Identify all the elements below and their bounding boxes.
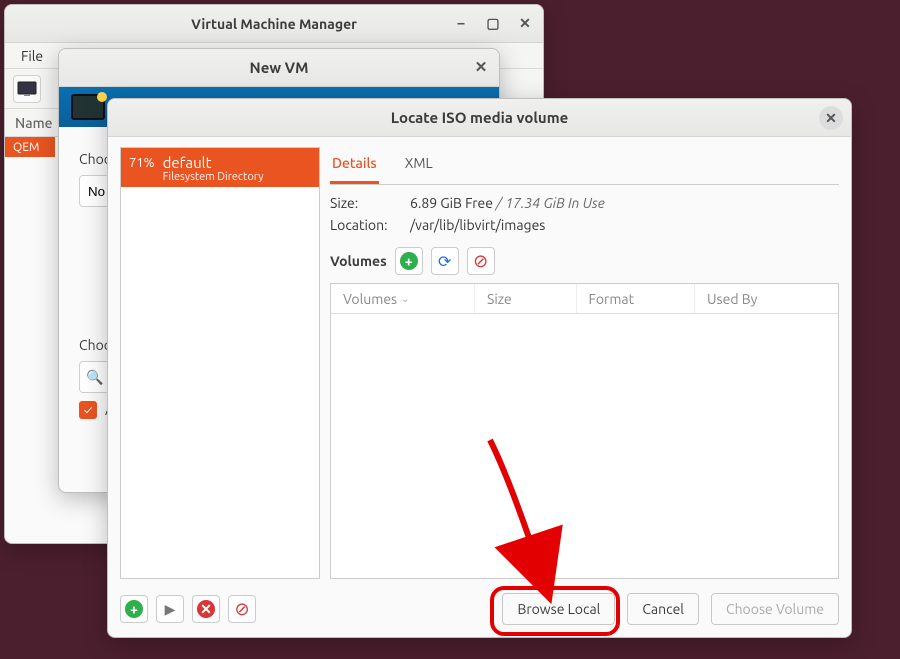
close-button[interactable]: ✕ (819, 106, 843, 130)
column-format[interactable]: Format (577, 284, 696, 313)
search-icon: 🔍 (86, 369, 103, 386)
new-vm-icon[interactable] (13, 75, 41, 103)
tab-xml[interactable]: XML (403, 147, 435, 184)
pool-usage-pct: 71% (129, 154, 155, 170)
column-volumes[interactable]: Volumes ⌄ (331, 284, 475, 313)
menu-file[interactable]: File (9, 43, 55, 68)
size-used: 17.34 GiB In Use (505, 195, 605, 211)
size-label: Size: (330, 195, 410, 211)
delete-volume-button[interactable]: ⊘ (467, 247, 495, 275)
column-usedby[interactable]: Used By (695, 284, 838, 313)
detail-tabs: Details XML (330, 147, 839, 185)
plus-icon: + (400, 252, 418, 270)
refresh-volumes-button[interactable]: ⟳ (431, 247, 459, 275)
pool-subtype: Filesystem Directory (163, 171, 264, 183)
plus-icon: + (125, 600, 143, 618)
locate-titlebar: Locate ISO media volume ✕ (108, 99, 851, 137)
locate-title: Locate ISO media volume (391, 109, 569, 126)
start-pool-button[interactable]: ▶ (156, 595, 184, 623)
maximize-button[interactable]: ▢ (481, 11, 505, 35)
tab-details[interactable]: Details (330, 147, 379, 184)
location-label: Location: (330, 217, 410, 233)
stop-icon: ✕ (197, 600, 215, 618)
newvm-titlebar: New VM ✕ (59, 49, 499, 87)
close-button[interactable]: ✕ (513, 11, 537, 35)
column-size[interactable]: Size (475, 284, 577, 313)
monitor-icon (71, 94, 105, 120)
vmm-titlebar: Virtual Machine Manager – ▢ ✕ (5, 5, 543, 43)
size-value: 6.89 GiB Free / 17.34 GiB In Use (410, 195, 839, 211)
volume-table-header[interactable]: Volumes ⌄ Size Format Used By (331, 284, 838, 314)
location-value: /var/lib/libvirt/images (410, 217, 839, 233)
nosign-icon: ⊘ (234, 599, 249, 620)
delete-pool-button[interactable]: ⊘ (228, 595, 256, 623)
chevron-down-icon: ⌄ (401, 293, 409, 305)
nosign-icon: ⊘ (473, 251, 488, 272)
newvm-title: New VM (250, 59, 309, 76)
stop-pool-button[interactable]: ✕ (192, 595, 220, 623)
auto-detect-checkbox[interactable]: ✓ (79, 401, 97, 419)
size-free: 6.89 GiB Free (410, 195, 493, 211)
connection-label: QEM (13, 141, 39, 154)
volume-table[interactable]: Volumes ⌄ Size Format Used By (330, 283, 839, 579)
play-icon: ▶ (165, 601, 176, 618)
volumes-label: Volumes (330, 253, 387, 269)
pool-name: default (163, 154, 264, 171)
choose-volume-button[interactable]: Choose Volume (711, 593, 839, 625)
add-pool-button[interactable]: + (120, 595, 148, 623)
browse-local-button[interactable]: Browse Local (502, 593, 615, 625)
close-button[interactable]: ✕ (469, 55, 493, 79)
storage-pool-item[interactable]: 71% default Filesystem Directory (121, 148, 319, 187)
cancel-button[interactable]: Cancel (627, 593, 699, 625)
pool-detail-pane: Details XML Size: 6.89 GiB Free / 17.34 … (330, 147, 839, 579)
locate-iso-dialog: Locate ISO media volume ✕ 71% default Fi… (107, 98, 852, 638)
vmm-title: Virtual Machine Manager (191, 16, 357, 32)
minimize-button[interactable]: – (449, 11, 473, 35)
storage-pool-list[interactable]: 71% default Filesystem Directory (120, 147, 320, 579)
add-volume-button[interactable]: + (395, 247, 423, 275)
refresh-icon: ⟳ (438, 252, 451, 271)
volume-table-body[interactable] (331, 314, 838, 578)
connection-row[interactable]: QEM (5, 137, 55, 157)
locate-footer: + ▶ ✕ ⊘ Browse Local Cancel Choose Volum… (108, 585, 851, 637)
column-name: Name (15, 115, 53, 131)
